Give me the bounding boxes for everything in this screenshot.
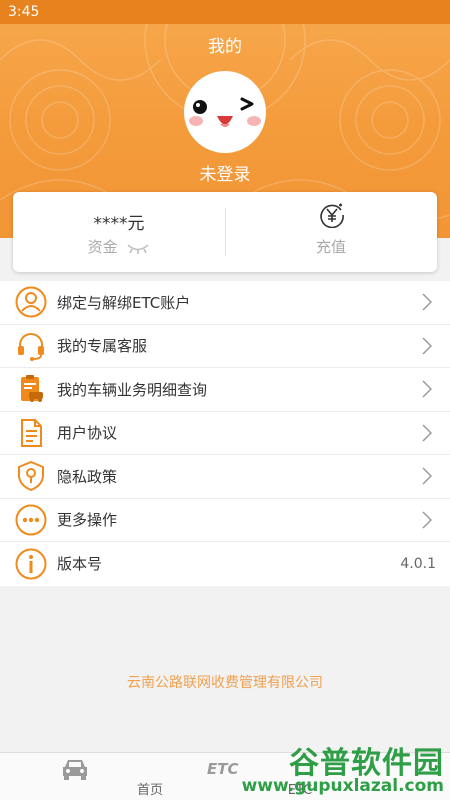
status-bar: 3:45	[0, 0, 450, 24]
menu-item-vehicle-query[interactable]: 我的车辆业务明细查询	[0, 368, 450, 412]
more-icon	[15, 504, 47, 536]
page-title: 我的	[208, 37, 242, 57]
avatar[interactable]	[184, 71, 266, 153]
balance-label: 资金	[87, 238, 118, 256]
balance-section[interactable]: ****元 资金	[13, 192, 225, 272]
menu-label: 我的专属客服	[57, 337, 148, 356]
clipboard-car-icon	[21, 375, 43, 403]
menu-label: 版本号	[57, 555, 103, 574]
document-icon	[21, 418, 42, 447]
avatar-face-icon	[185, 72, 265, 152]
chevron-right-icon	[422, 467, 432, 485]
car-icon	[63, 760, 87, 780]
settings-menu: 绑定与解绑ETC账户 我的专属客服 我的车辆业务明细查询 用户协议 隐私政策 更…	[0, 281, 450, 586]
user-icon	[15, 286, 47, 318]
recharge-section[interactable]: 充值	[225, 192, 437, 272]
watermark-logo: 谷普软件园 www.gupuxlazal.com	[242, 736, 450, 800]
tab-home[interactable]: 首页	[0, 753, 163, 800]
etc-icon: ETC	[207, 760, 239, 778]
chevron-right-icon	[422, 337, 432, 355]
menu-label: 绑定与解绑ETC账户	[57, 293, 191, 312]
shield-lock-icon	[18, 461, 44, 492]
version-value: 4.0.1	[400, 555, 436, 572]
chevron-right-icon	[422, 293, 432, 311]
menu-item-customer-service[interactable]: 我的专属客服	[0, 325, 450, 368]
watermark-url: www.gupuxlazal.com	[241, 776, 444, 796]
menu-item-privacy-policy[interactable]: 隐私政策	[0, 455, 450, 499]
status-time: 3:45	[8, 4, 40, 20]
recharge-label: 充值	[315, 238, 346, 256]
menu-item-more-actions[interactable]: 更多操作	[0, 499, 450, 542]
chevron-right-icon	[422, 511, 432, 529]
balance-label-row: 资金	[13, 236, 225, 257]
menu-label: 我的车辆业务明细查询	[57, 380, 208, 399]
chevron-right-icon	[422, 380, 432, 398]
headset-icon	[18, 332, 44, 361]
info-icon	[15, 548, 47, 580]
yen-coin-icon	[320, 203, 344, 228]
company-name: 云南公路联网收费管理有限公司	[127, 675, 323, 691]
balance-value: ****元	[93, 214, 145, 234]
menu-label: 隐私政策	[57, 467, 118, 486]
menu-item-user-agreement[interactable]: 用户协议	[0, 412, 450, 455]
account-card: ****元 资金 充值	[13, 192, 437, 272]
menu-label: 用户协议	[57, 424, 118, 443]
login-status[interactable]: 未登录	[0, 160, 450, 185]
chevron-right-icon	[422, 424, 432, 442]
menu-item-version: 版本号 4.0.1	[0, 542, 450, 586]
menu-label: 更多操作	[57, 511, 118, 530]
svg-text:ETC: ETC	[207, 760, 239, 778]
eye-closed-icon[interactable]	[126, 242, 150, 254]
menu-item-bind-etc[interactable]: 绑定与解绑ETC账户	[0, 281, 450, 325]
